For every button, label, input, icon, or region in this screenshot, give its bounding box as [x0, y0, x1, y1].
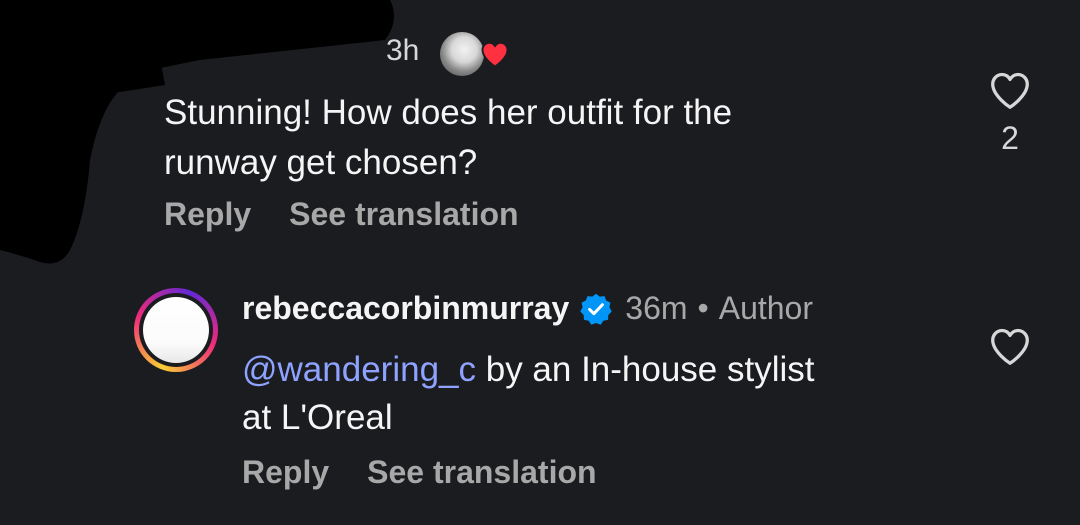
comment-text: Stunning! How does her outfit for the ru… [164, 88, 924, 188]
username-link[interactable]: rebeccacorbinmurray [242, 290, 569, 327]
author-avatar-mini [440, 32, 484, 76]
avatar[interactable] [134, 288, 218, 372]
comment-text-line: @wandering_c by an In-house stylist [242, 346, 942, 394]
see-translation-button[interactable]: See translation [367, 454, 596, 490]
comment-text-line: at L'Oreal [242, 398, 393, 437]
like-count: 2 [1001, 120, 1019, 156]
mention-link[interactable]: @wandering_c [242, 350, 476, 389]
comment-text: @wandering_c by an In-house stylist at L… [242, 346, 942, 442]
see-translation-button[interactable]: See translation [289, 196, 518, 232]
comment-timestamp: 36m [625, 290, 688, 326]
avatar-photo [143, 297, 209, 363]
comment-text-line: runway get chosen? [164, 143, 478, 182]
heart-outline-icon[interactable] [988, 326, 1032, 366]
heart-outline-icon[interactable] [988, 70, 1032, 110]
comment-text-line: Stunning! How does her outfit for the [164, 93, 733, 132]
reply-button[interactable]: Reply [242, 454, 329, 490]
heart-filled-icon [481, 41, 509, 68]
comments-thread: 3h Stunning! How does her outfit for the… [0, 0, 1080, 525]
verified-badge-icon [580, 293, 612, 325]
comment-actions: Reply See translation [242, 454, 597, 491]
meta-separator: • [697, 290, 709, 326]
comment-header: rebeccacorbinmurray 36m • Author [242, 290, 813, 327]
author-liked-indicator [440, 30, 512, 78]
comment-timestamp: 3h [386, 34, 420, 67]
comment-text-span: by an In-house stylist [476, 350, 815, 389]
author-badge: Author [718, 290, 813, 326]
comment-actions: Reply See translation [164, 196, 519, 233]
reply-button[interactable]: Reply [164, 196, 251, 232]
